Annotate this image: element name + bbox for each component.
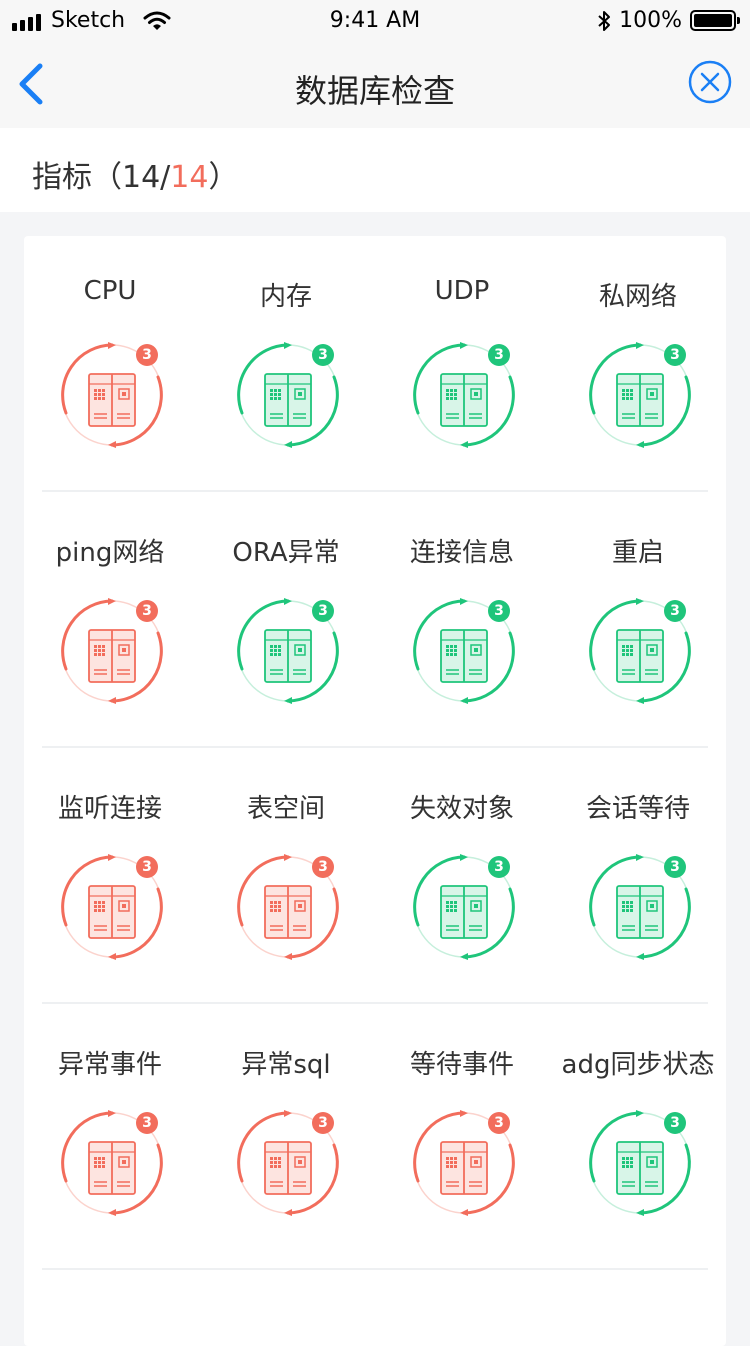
count-badge: 3 xyxy=(488,1112,510,1134)
metric-count-prefix: 指标（14/ xyxy=(32,160,171,195)
bluetooth-icon xyxy=(598,10,611,31)
metric-tile[interactable]: 表空间 3 xyxy=(200,748,372,1004)
metrics-card: CPU 3内存 3 UDP 3 私网络 3 ping网络 3 ORA异常 3 连… xyxy=(24,236,726,1346)
metric-count-suffix: ） xyxy=(208,160,239,195)
metric-tile[interactable]: 失效对象 3 xyxy=(376,748,548,1004)
count-badge: 3 xyxy=(312,344,334,366)
metric-tile[interactable]: 重启 3 xyxy=(552,492,724,748)
metric-tile[interactable]: 私网络 3 xyxy=(552,236,724,492)
metric-count-highlight: 14 xyxy=(170,160,209,195)
count-badge: 3 xyxy=(136,344,158,366)
close-button[interactable] xyxy=(688,60,732,104)
count-badge: 3 xyxy=(664,600,686,622)
metric-label: 重启 xyxy=(611,538,664,568)
close-circle-icon xyxy=(688,60,732,104)
count-badge: 3 xyxy=(136,600,158,622)
metric-label: CPU xyxy=(83,276,137,306)
metric-label: 私网络 xyxy=(598,282,677,312)
status-bar: Sketch 9:41 AM 100% xyxy=(0,0,750,40)
metric-row: 异常事件 3 异常sql 3 等待事件 3 adg同步状态 3 xyxy=(24,1004,726,1260)
metric-label: 失效对象 xyxy=(409,794,514,824)
metric-tile[interactable]: 内存 3 xyxy=(200,236,372,492)
metric-tile[interactable]: 等待事件 3 xyxy=(376,1004,548,1260)
metric-row: ping网络 3 ORA异常 3 连接信息 3 重启 3 xyxy=(24,492,726,748)
metric-tile[interactable]: 会话等待 3 xyxy=(552,748,724,1004)
metric-label: UDP xyxy=(434,276,490,306)
summary-header: 指标（14/14） xyxy=(0,128,750,212)
metric-label: 监听连接 xyxy=(57,794,162,824)
metric-row: 监听连接 3 表空间 3 失效对象 3 会话等待 3 xyxy=(24,748,726,1004)
metric-label: 异常sql xyxy=(241,1050,331,1080)
metric-label: 连接信息 xyxy=(409,538,514,568)
metric-count: 指标（14/14） xyxy=(32,152,238,196)
count-badge: 3 xyxy=(312,856,334,878)
count-badge: 3 xyxy=(488,600,510,622)
metric-tile[interactable]: adg同步状态 3 xyxy=(552,1004,724,1260)
count-badge: 3 xyxy=(312,1112,334,1134)
metric-tile[interactable]: 异常sql 3 xyxy=(200,1004,372,1260)
count-badge: 3 xyxy=(312,600,334,622)
count-badge: 3 xyxy=(664,1112,686,1134)
count-badge: 3 xyxy=(136,856,158,878)
count-badge: 3 xyxy=(488,344,510,366)
metric-tile[interactable]: ping网络 3 xyxy=(24,492,196,748)
metric-tile[interactable]: UDP 3 xyxy=(376,236,548,492)
metric-label: 会话等待 xyxy=(585,794,690,824)
metric-row: CPU 3内存 3 UDP 3 私网络 3 xyxy=(24,236,726,492)
status-right: 100% xyxy=(597,8,740,33)
metric-label: 内存 xyxy=(259,282,312,312)
count-badge: 3 xyxy=(488,856,510,878)
count-badge: 3 xyxy=(136,1112,158,1134)
metric-tile[interactable]: 异常事件 3 xyxy=(24,1004,196,1260)
metric-tile[interactable]: CPU 3 xyxy=(24,236,196,492)
metric-label: adg同步状态 xyxy=(561,1050,715,1080)
count-badge: 3 xyxy=(664,856,686,878)
metric-tile[interactable]: 连接信息 3 xyxy=(376,492,548,748)
metric-label: 表空间 xyxy=(246,794,325,824)
metric-label: ORA异常 xyxy=(232,538,340,568)
metric-label: ping网络 xyxy=(55,538,165,568)
divider xyxy=(42,1268,708,1270)
page-title: 数据库检查 xyxy=(294,72,455,110)
count-badge: 3 xyxy=(664,344,686,366)
battery-icon xyxy=(690,10,740,31)
metric-tile[interactable]: ORA异常 3 xyxy=(200,492,372,748)
metric-tile[interactable]: 监听连接 3 xyxy=(24,748,196,1004)
metric-label: 等待事件 xyxy=(409,1050,514,1080)
nav-bar: 数据库检查 xyxy=(0,40,750,128)
battery-percent: 100% xyxy=(619,8,682,33)
metric-label: 异常事件 xyxy=(57,1050,162,1080)
